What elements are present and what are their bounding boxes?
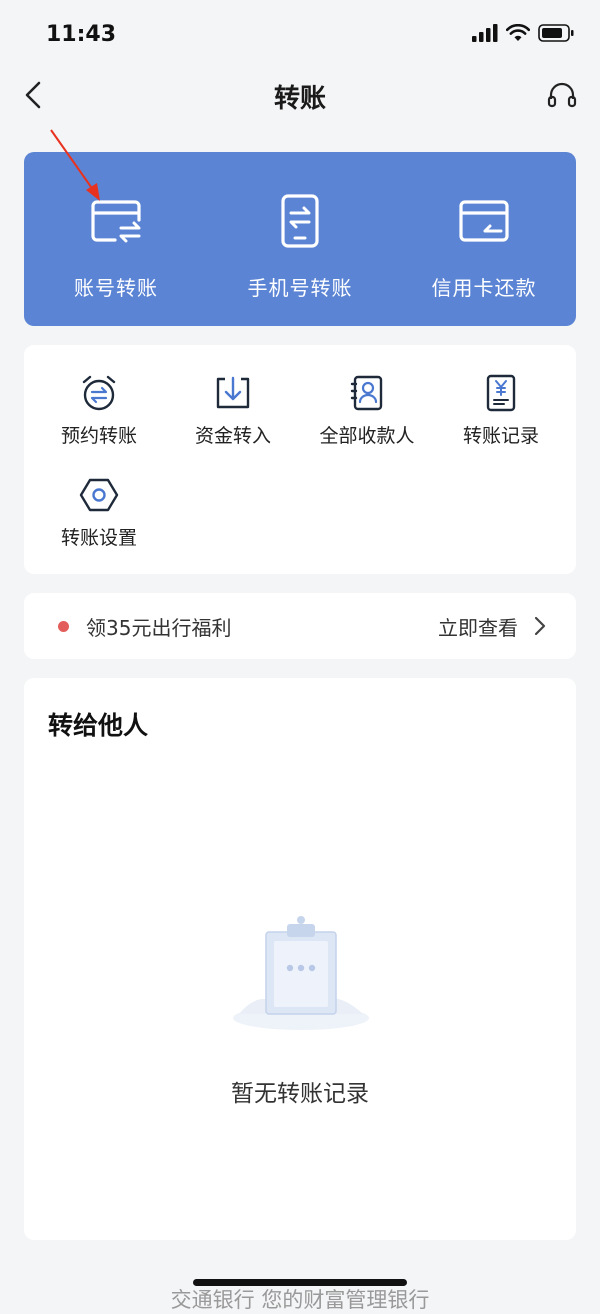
section-title: 转给他人: [48, 711, 149, 740]
battery-icon: [538, 24, 574, 42]
scheduled-transfer-label: 预约转账: [60, 425, 137, 447]
phone-transfer-button[interactable]: 手机号转账: [208, 192, 392, 301]
status-time: 11:43: [46, 22, 117, 47]
nav-bar: 转账: [0, 70, 600, 122]
fund-in-label: 资金转入: [194, 425, 271, 447]
contacts-icon: [350, 375, 383, 411]
transfer-settings-button[interactable]: 转账设置: [30, 475, 168, 550]
page-title: 转账: [273, 84, 326, 114]
account-transfer-label: 账号转账: [74, 276, 158, 300]
empty-state-text: 暂无转账记录: [231, 1081, 369, 1107]
tools-card: 预约转账 资金转入 全部收款人 转账记录 转账设置: [24, 345, 576, 574]
fund-in-button[interactable]: 资金转入: [164, 373, 302, 448]
credit-card-repay-icon: [459, 200, 509, 242]
transfer-records-button[interactable]: 转账记录: [432, 373, 570, 448]
account-transfer-button[interactable]: 账号转账: [24, 192, 208, 301]
chevron-right-icon: [534, 616, 546, 636]
settings-hexagon-icon: [79, 478, 119, 512]
headset-service-icon[interactable]: [546, 80, 578, 112]
status-icons: [472, 24, 574, 42]
credit-card-repay-label: 信用卡还款: [431, 276, 537, 300]
all-payees-button[interactable]: 全部收款人: [298, 373, 436, 448]
empty-clipboard-icon: [233, 916, 369, 1030]
promo-text: 领35元出行福利: [86, 616, 232, 640]
home-indicator: [193, 1279, 407, 1286]
transfer-others-card: 转给他人 暂无转账记录: [24, 678, 576, 1240]
record-icon: [486, 374, 516, 412]
promo-banner[interactable]: 领35元出行福利 立即查看: [24, 593, 576, 659]
signal-icon: [472, 24, 498, 42]
transfer-records-label: 转账记录: [462, 425, 539, 447]
fund-in-icon: [216, 376, 250, 409]
status-bar: 11:43: [0, 0, 600, 70]
phone-transfer-icon: [281, 194, 319, 248]
promo-view-link[interactable]: 立即查看: [438, 612, 518, 641]
wifi-icon: [506, 24, 530, 41]
promo-dot: [58, 621, 69, 632]
credit-card-repay-button[interactable]: 信用卡还款: [392, 192, 576, 301]
annotation-arrow-icon: [50, 129, 100, 201]
footer-slogan: 交通银行 您的财富管理银行: [170, 1288, 430, 1312]
alarm-transfer-icon: [82, 375, 116, 411]
all-payees-label: 全部收款人: [319, 425, 415, 447]
scheduled-transfer-button[interactable]: 预约转账: [30, 373, 168, 448]
transfer-settings-label: 转账设置: [60, 527, 137, 549]
phone-transfer-label: 手机号转账: [247, 276, 353, 300]
